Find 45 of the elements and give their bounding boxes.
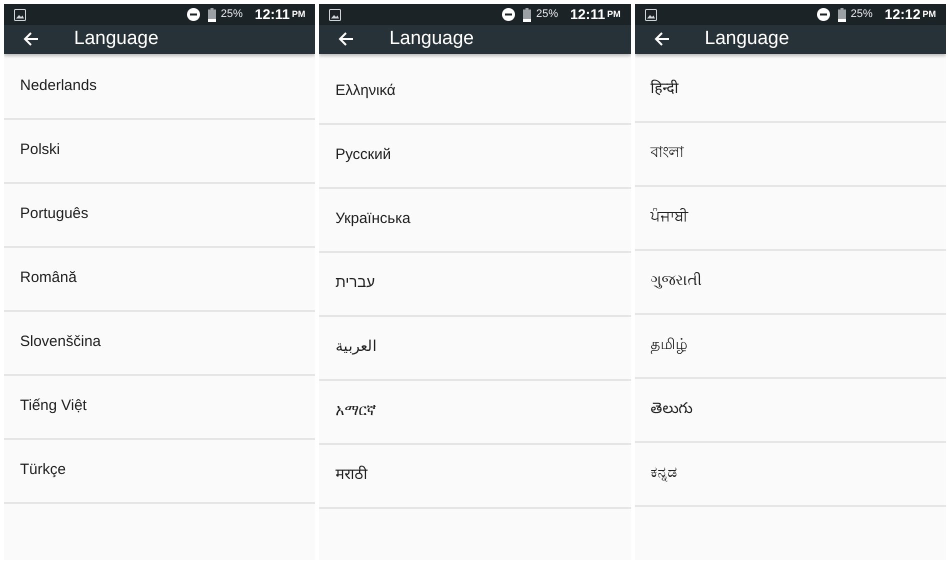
language-option[interactable]: తెలుగు <box>634 378 946 442</box>
battery-icon <box>523 8 532 22</box>
language-option[interactable]: ಕನ್ನಡ <box>634 442 946 506</box>
language-option[interactable]: Slovenščina <box>4 312 316 376</box>
screen-title: Language <box>389 27 474 51</box>
screen-title: Language <box>704 27 790 51</box>
clock-time: 12:12 <box>884 5 920 24</box>
language-option[interactable]: தமிழ் <box>634 314 946 378</box>
language-option[interactable]: ગુજરાતી <box>634 250 946 314</box>
language-option[interactable]: Türkçe <box>4 440 316 504</box>
battery-icon <box>208 8 216 22</box>
battery-percentage: 25% <box>536 7 558 22</box>
language-option[interactable]: ਪੰਜਾਬੀ <box>634 186 946 250</box>
language-option[interactable]: हिन्दी <box>634 58 946 122</box>
back-arrow-icon <box>654 31 670 48</box>
language-option[interactable]: Українська <box>319 188 631 252</box>
screen-title: Language <box>74 27 159 51</box>
image-icon <box>14 8 26 20</box>
do-not-disturb-icon <box>816 8 830 21</box>
back-arrow-icon <box>23 31 39 48</box>
battery-percentage: 25% <box>850 7 873 22</box>
do-not-disturb-icon <box>186 8 200 21</box>
battery-percentage: 25% <box>220 7 243 22</box>
back-arrow-icon <box>338 31 354 48</box>
clock-meridiem: PM <box>607 8 621 21</box>
language-option[interactable]: עברית <box>319 252 631 316</box>
image-icon <box>329 8 342 20</box>
battery-icon <box>838 8 846 22</box>
language-option[interactable]: العربية <box>319 316 631 380</box>
language-option[interactable]: Tiếng Việt <box>4 376 316 440</box>
language-option[interactable]: Português <box>4 184 316 248</box>
clock-time: 12:11 <box>254 5 290 24</box>
language-option[interactable]: Ελληνικά <box>319 60 631 124</box>
language-option[interactable]: Nederlands <box>4 56 316 120</box>
language-option[interactable]: Русский <box>319 124 631 188</box>
language-option[interactable]: Română <box>4 248 316 312</box>
clock-time: 12:11 <box>570 5 606 24</box>
clock-meridiem: PM <box>922 8 936 21</box>
language-option[interactable]: አማርኛ <box>319 380 631 444</box>
clock-meridiem: PM <box>292 8 306 21</box>
do-not-disturb-icon <box>502 8 516 21</box>
language-option[interactable]: Polski <box>4 120 316 184</box>
language-option[interactable]: मराठी <box>319 444 631 508</box>
image-icon <box>644 8 657 20</box>
language-option[interactable]: বাংলা <box>634 122 946 186</box>
